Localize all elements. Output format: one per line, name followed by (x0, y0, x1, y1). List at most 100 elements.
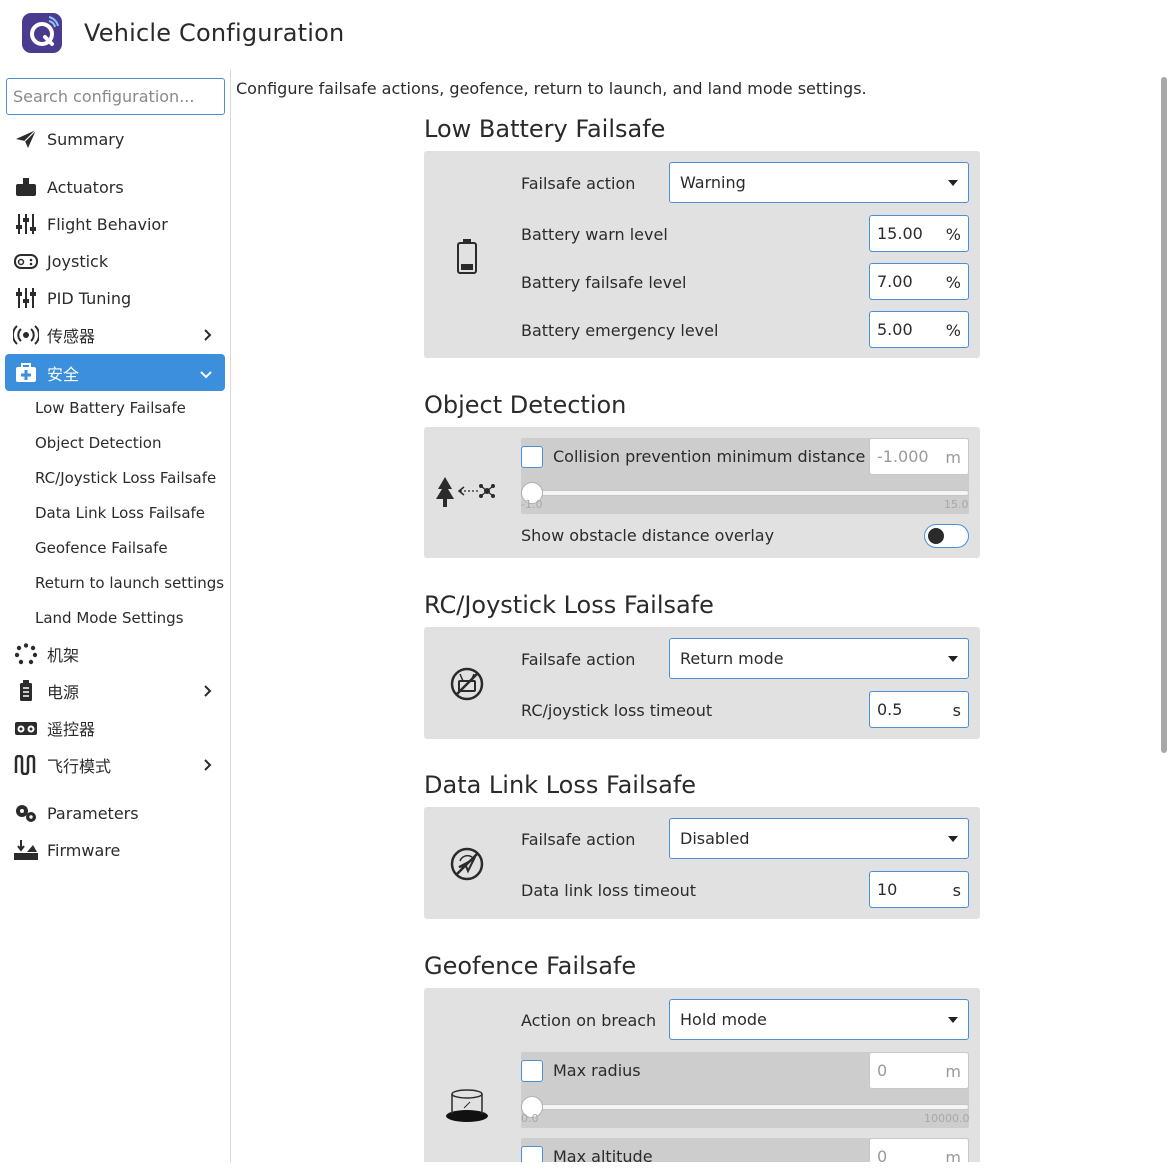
sidebar-item-power[interactable]: 电源 (5, 674, 225, 708)
search-input[interactable] (6, 78, 225, 115)
sidebar-item-flight-behavior[interactable]: Flight Behavior (5, 207, 225, 241)
dropdown-value: Warning (680, 173, 746, 192)
sidebar-subitem-rtl[interactable]: Return to launch settings (35, 574, 224, 592)
collision-prevention-checkbox[interactable] (521, 446, 543, 468)
slider-max-label: 10000.0 (924, 1112, 970, 1125)
caret-down-icon (948, 1017, 958, 1023)
sliders-icon (13, 287, 39, 309)
unit-label: m (945, 448, 961, 467)
obstacle-overlay-label: Show obstacle distance overlay (521, 526, 775, 545)
medkit-icon (13, 362, 39, 384)
airframe-icon (13, 643, 39, 665)
datalink-loss-icon (450, 847, 484, 885)
battery-warn-label: Battery warn level (521, 225, 668, 244)
gears-icon (13, 802, 39, 824)
sidebar-item-firmware[interactable]: Firmware (5, 833, 225, 867)
obstacle-avoidance-icon (434, 475, 500, 513)
dropdown-value: Return mode (680, 649, 784, 668)
max-radius-input[interactable]: 0 m (869, 1052, 969, 1089)
section-title-low-battery: Low Battery Failsafe (424, 115, 666, 143)
input-value: 5.00 (877, 320, 913, 339)
sidebar-item-label: Joystick (47, 251, 109, 271)
rc-loss-action-dropdown[interactable]: Return mode (669, 638, 969, 679)
sidebar-item-summary[interactable]: Summary (5, 122, 225, 156)
unit-label: % (945, 273, 961, 292)
section-title-object-detection: Object Detection (424, 391, 627, 419)
obstacle-overlay-toggle[interactable] (924, 524, 969, 548)
max-radius-checkbox[interactable] (521, 1060, 543, 1082)
input-value: 0.5 (877, 700, 903, 719)
max-altitude-checkbox[interactable] (521, 1146, 543, 1162)
caret-down-icon (948, 836, 958, 842)
sidebar-subitem-geofence[interactable]: Geofence Failsafe (35, 539, 168, 557)
sidebar-item-airframe[interactable]: 机架 (5, 637, 225, 671)
collision-distance-input[interactable]: -1.000 m (869, 438, 969, 475)
sidebar-item-pid-tuning[interactable]: PID Tuning (5, 281, 225, 315)
sidebar-item-label: Actuators (47, 177, 124, 197)
app-logo-icon[interactable] (22, 13, 62, 53)
main-scrollbar[interactable] (1161, 77, 1167, 753)
rc-loss-timeout-input[interactable]: 0.5 s (869, 691, 969, 728)
actuator-icon (13, 176, 39, 198)
caret-down-icon (948, 656, 958, 662)
sidebar-subitem-low-battery[interactable]: Low Battery Failsafe (35, 399, 186, 417)
sidebar-item-label: 安全 (47, 364, 80, 384)
sidebar-item-safety[interactable]: 安全 (5, 354, 225, 391)
sidebar-item-joystick[interactable]: Joystick (5, 244, 225, 278)
rc-icon (13, 717, 39, 739)
battery-warn-input[interactable]: 15.00 % (869, 215, 969, 252)
sidebar-item-label: Summary (47, 129, 125, 149)
max-altitude-input[interactable]: 0 m (869, 1138, 969, 1162)
page-description: Configure failsafe actions, geofence, re… (236, 79, 867, 98)
sidebar-item-label: Flight Behavior (47, 214, 168, 234)
sidebar-item-label: 飞行模式 (47, 757, 112, 776)
failsafe-action-label: Failsafe action (521, 830, 636, 849)
caret-down-icon (948, 180, 958, 186)
battery-emergency-input[interactable]: 5.00 % (869, 311, 969, 348)
datalink-loss-action-dropdown[interactable]: Disabled (669, 818, 969, 859)
sidebar: Summary Actuators Flight Behavior Joysti… (0, 70, 231, 1162)
max-altitude-label: Max altitude (553, 1147, 653, 1162)
rc-loss-timeout-label: RC/joystick loss timeout (521, 701, 713, 720)
toggle-knob (928, 528, 944, 544)
rc-loss-icon (450, 667, 484, 705)
collision-distance-slider[interactable] (521, 490, 969, 496)
max-radius-slider[interactable] (521, 1104, 969, 1110)
app-header: Vehicle Configuration (0, 0, 1172, 70)
input-value: 7.00 (877, 272, 913, 291)
unit-label: % (945, 321, 961, 340)
chevron-right-icon (203, 327, 213, 346)
failsafe-action-label: Failsafe action (521, 650, 636, 669)
max-radius-label: Max radius (553, 1061, 641, 1080)
geofence-icon (444, 1088, 490, 1128)
datalink-loss-timeout-input[interactable]: 10 s (869, 871, 969, 908)
sidebar-item-flight-modes[interactable]: 飞行模式 (5, 748, 225, 782)
input-value: 0 (877, 1061, 888, 1080)
sidebar-item-parameters[interactable]: Parameters (5, 796, 225, 830)
sidebar-item-radio[interactable]: 遥控器 (5, 711, 225, 745)
sidebar-item-label: Parameters (47, 803, 139, 823)
battery-emergency-label: Battery emergency level (521, 321, 719, 340)
sidebar-item-actuators[interactable]: Actuators (5, 170, 225, 204)
collision-prevention-label: Collision prevention minimum distance (553, 447, 866, 466)
chevron-right-icon (203, 757, 213, 776)
unit-label: s (952, 701, 961, 720)
sidebar-subitem-land-mode[interactable]: Land Mode Settings (35, 609, 184, 627)
sidebar-item-label: 传感器 (47, 327, 96, 346)
battery-failsafe-input[interactable]: 7.00 % (869, 263, 969, 300)
unit-label: s (952, 881, 961, 900)
sidebar-item-label: PID Tuning (47, 288, 132, 308)
sidebar-item-label: Firmware (47, 840, 121, 860)
battery-low-icon (456, 239, 478, 279)
geofence-breach-dropdown[interactable]: Hold mode (669, 999, 969, 1040)
section-title-rc-loss: RC/Joystick Loss Failsafe (424, 591, 714, 619)
panel-object-detection: Collision prevention minimum distance -1… (424, 427, 980, 558)
radio-waves-icon (13, 324, 39, 346)
input-value: 0 (877, 1147, 888, 1162)
sidebar-item-sensors[interactable]: 传感器 (5, 318, 225, 352)
flight-modes-icon (13, 754, 39, 776)
sidebar-subitem-object-detection[interactable]: Object Detection (35, 434, 162, 452)
sidebar-subitem-datalink-loss[interactable]: Data Link Loss Failsafe (35, 504, 205, 522)
sidebar-subitem-rc-loss[interactable]: RC/Joystick Loss Failsafe (35, 469, 216, 487)
low-battery-action-dropdown[interactable]: Warning (669, 162, 969, 203)
